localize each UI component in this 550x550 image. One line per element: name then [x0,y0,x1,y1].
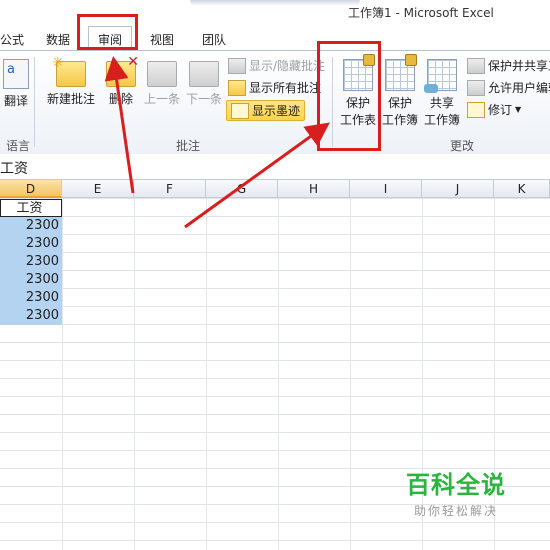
lock-icon [405,54,417,66]
allow-edit-label: 允许用户编辑 [488,81,550,95]
formula-bar-value: 工资 [0,161,28,177]
show-hide-comment-label: 显示/隐藏批注 [249,59,326,73]
column-header-i[interactable]: I [350,180,422,198]
group-label-changes: 更改 [450,139,475,153]
window-title: 工作簿1 - Microsoft Excel [348,6,494,20]
tab-data[interactable]: 数据 [46,31,70,48]
hand-icon [424,84,438,93]
cell-d-value[interactable]: 2300 [0,235,62,253]
protect-workbook-button[interactable]: 保护 工作簿 [382,54,419,128]
share-workbook-label-2: 工作簿 [424,113,461,127]
tab-view[interactable]: 视图 [150,31,174,48]
show-all-comments-button[interactable]: 显示所有批注 [228,79,321,96]
protect-workbook-label-1: 保护 [388,96,413,110]
grid-line [206,198,207,550]
cell-d-value[interactable]: 2300 [0,289,62,307]
protect-sheet-highlight-box [317,41,381,151]
review-tab-highlight-box [77,14,138,50]
watermark-title: 百科全说 [406,471,506,499]
show-all-comments-icon [228,79,246,96]
group-label-comments: 批注 [176,139,201,153]
cell-d-value[interactable]: 2300 [0,253,62,271]
next-comment-button[interactable]: 下一条 [186,61,222,107]
share-workbook-button[interactable]: 共享 工作簿 [424,59,460,128]
column-header-d[interactable]: D [0,180,62,198]
watermark-subtitle: 助你轻松解决 [413,504,498,518]
cell-d-value[interactable]: 2300 [0,271,62,289]
column-header-e[interactable]: E [62,180,134,198]
show-hide-comment-icon [228,57,246,74]
column-header-f[interactable]: F [134,180,206,198]
column-header-k[interactable]: K [494,180,550,198]
show-ink-label: 显示墨迹 [252,104,301,118]
tab-team[interactable]: 团队 [202,31,226,48]
grid-line [278,198,279,550]
protect-share-button[interactable]: 保护并共享工 [467,57,550,74]
quick-access-shadow [190,0,360,6]
column-header-g[interactable]: G [206,180,278,198]
grid-line [350,198,351,550]
group-label-language: 语言 [6,139,31,153]
show-ink-button[interactable]: 显示墨迹 [226,100,306,121]
protect-share-icon [467,57,485,74]
share-workbook-label-1: 共享 [430,96,455,110]
translate-button[interactable]: 翻译 [3,59,29,109]
protect-workbook-label-2: 工作簿 [382,113,419,127]
allow-edit-button[interactable]: 允许用户编辑 [467,79,550,96]
allow-edit-icon [467,79,485,96]
share-workbook-icon [424,59,457,93]
track-changes-label: 修订 [488,103,513,117]
translate-label: 翻译 [3,94,28,108]
tab-formulas[interactable]: 公式 [0,31,24,48]
chevron-down-icon: ▼ [515,105,522,114]
new-comment-button[interactable]: ✳ 新建批注 [47,55,96,107]
next-comment-icon [189,61,219,87]
protect-share-label: 保护并共享工 [488,59,550,73]
show-ink-icon [231,102,249,119]
delete-comment-icon: ✕ [106,54,139,87]
column-header-h[interactable]: H [278,180,350,198]
track-changes-icon [467,101,485,118]
new-comment-label: 新建批注 [47,92,96,106]
cell-d-header[interactable]: 工资 [0,199,62,217]
ribbon: 翻译 语言 ✳ 新建批注 ✕ 删除 上一条 下一条 显示/隐藏批注 显示所有批注… [0,50,550,155]
grid-line [134,198,135,550]
next-comment-label: 下一条 [186,92,223,106]
protect-workbook-icon [385,54,417,91]
cell-d-value[interactable]: 2300 [0,217,62,235]
show-hide-comment-button[interactable]: 显示/隐藏批注 [228,57,325,74]
group-separator [34,57,35,147]
formula-bar[interactable]: 工资 [0,154,550,180]
delete-comment-label: 删除 [108,92,133,106]
delete-comment-button[interactable]: ✕ 删除 [106,54,139,107]
previous-comment-button[interactable]: 上一条 [144,61,180,107]
watermark: 百科全说 助你轻松解决 [386,465,526,519]
grid-line [62,198,63,550]
new-comment-icon: ✳ [52,55,86,87]
track-changes-button[interactable]: 修订 ▼ [467,101,521,118]
show-all-comments-label: 显示所有批注 [249,81,322,95]
previous-comment-label: 上一条 [144,92,181,106]
translate-icon [3,59,29,89]
previous-comment-icon [147,61,177,87]
cell-d-value[interactable]: 2300 [0,307,62,325]
column-header-j[interactable]: J [422,180,494,198]
